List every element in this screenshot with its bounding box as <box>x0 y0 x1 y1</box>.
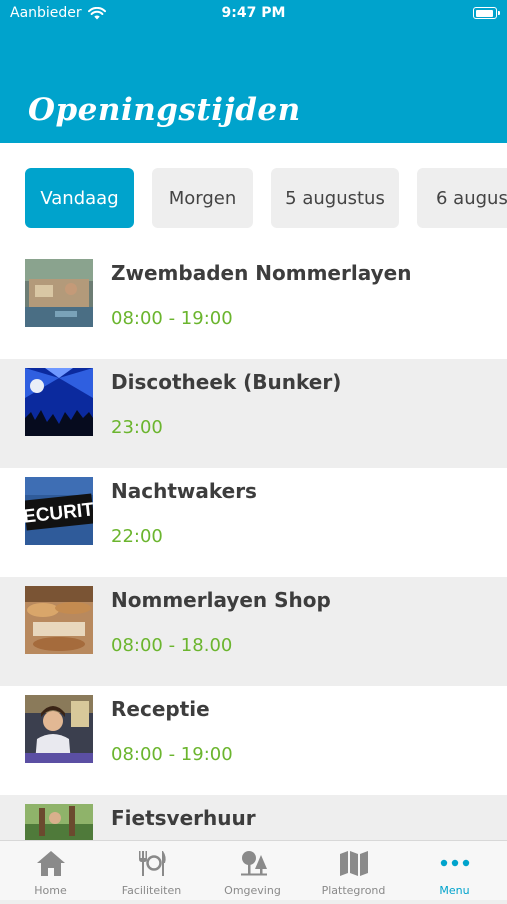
tabbar-label: Plattegrond <box>321 884 386 897</box>
pool-thumbnail <box>25 259 93 327</box>
facility-name: Nachtwakers <box>111 479 257 503</box>
security-thumbnail: ECURIT <box>25 477 93 545</box>
facility-name: Zwembaden Nommerlayen <box>111 261 412 285</box>
tab-morgen[interactable]: Morgen <box>152 168 253 228</box>
facility-name: Discotheek (Bunker) <box>111 370 342 394</box>
facility-hours: 08:00 - 19:00 <box>111 308 233 329</box>
opening-hours-list: Zwembaden Nommerlayen 08:00 - 19:00 Disc… <box>0 250 507 904</box>
tabbar-label: Menu <box>439 884 470 897</box>
facility-name: Receptie <box>111 697 210 721</box>
reception-thumbnail <box>25 695 93 763</box>
list-item[interactable]: Nommerlayen Shop 08:00 - 18.00 <box>0 577 507 686</box>
tabbar-omgeving[interactable]: Omgeving <box>202 841 303 901</box>
clock: 9:47 PM <box>221 5 286 21</box>
shop-thumbnail <box>25 586 93 654</box>
utensils-icon <box>139 851 166 876</box>
tabbar-plattegrond[interactable]: Plattegrond <box>303 841 404 901</box>
tabbar-faciliteiten[interactable]: Faciliteiten <box>101 841 202 901</box>
bottom-tab-bar: Home Faciliteiten Omgeving Plattegrond M… <box>0 840 507 900</box>
page-title: Openingstijden <box>28 92 301 128</box>
facility-name: Fietsverhuur <box>111 806 256 830</box>
tabbar-label: Home <box>34 884 67 897</box>
list-item[interactable]: Zwembaden Nommerlayen 08:00 - 19:00 <box>0 250 507 359</box>
facility-hours: 08:00 - 19:00 <box>111 744 233 765</box>
facility-hours: 23:00 <box>111 417 163 438</box>
list-item[interactable]: Discotheek (Bunker) 23:00 <box>0 359 507 468</box>
facility-hours: 22:00 <box>111 526 163 547</box>
tabbar-label: Faciliteiten <box>121 884 182 897</box>
tabbar-label: Omgeving <box>224 884 281 897</box>
trees-icon <box>241 851 267 876</box>
tab-6-augustus[interactable]: 6 augustus <box>417 168 507 228</box>
tab-vandaag[interactable]: Vandaag <box>25 168 134 228</box>
tabbar-menu[interactable]: Menu <box>404 841 505 901</box>
status-bar: Aanbieder 9:47 PM <box>0 0 507 28</box>
home-icon <box>37 851 65 876</box>
header: Aanbieder 9:47 PM Openingstijden <box>0 0 507 143</box>
list-item[interactable]: ECURIT Nachtwakers 22:00 <box>0 468 507 577</box>
tabbar-home[interactable]: Home <box>0 841 101 901</box>
more-icon <box>440 859 470 867</box>
map-icon <box>340 851 368 876</box>
battery-icon <box>473 7 500 19</box>
facility-name: Nommerlayen Shop <box>111 588 331 612</box>
day-tabs: Vandaag Morgen 5 augustus 6 augustus <box>0 143 507 250</box>
tab-5-augustus[interactable]: 5 augustus <box>271 168 399 228</box>
disco-thumbnail <box>25 368 93 436</box>
list-item[interactable]: Receptie 08:00 - 19:00 <box>0 686 507 795</box>
facility-hours: 08:00 - 18.00 <box>111 635 233 656</box>
